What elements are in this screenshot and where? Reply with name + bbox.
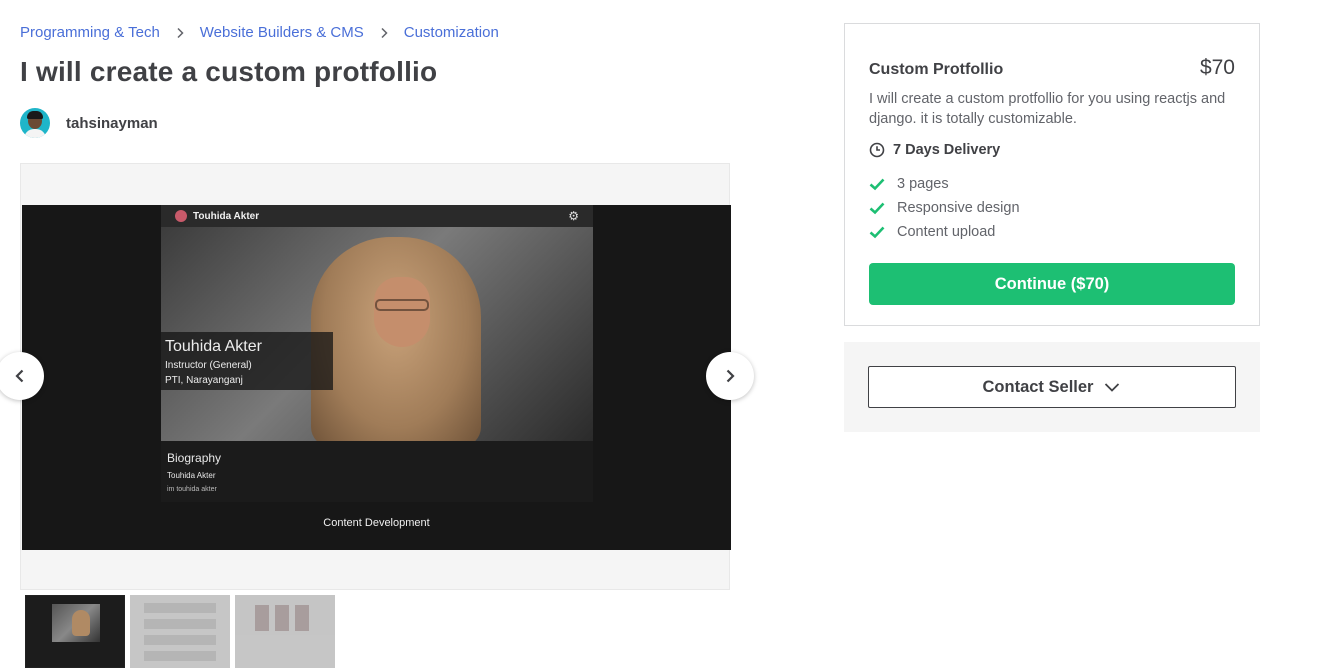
gallery-thumbnail[interactable] — [235, 595, 335, 668]
gallery-thumbnail[interactable] — [130, 595, 230, 668]
feature-label: 3 pages — [897, 176, 949, 192]
list-item: Content upload — [869, 220, 1020, 244]
avatar[interactable] — [20, 108, 50, 138]
package-description: I will create a custom protfollio for yo… — [869, 91, 1226, 127]
slide-name-card: Touhida Akter Instructor (General) PTI, … — [161, 332, 333, 390]
slide-header-name: Touhida Akter — [193, 210, 260, 222]
gallery-slide-image[interactable]: Touhida Akter ⚙ Touhida Akter Instructor… — [22, 205, 731, 550]
list-item: 3 pages — [869, 172, 1020, 196]
feature-label: Content upload — [897, 224, 996, 240]
check-icon — [869, 176, 885, 192]
breadcrumb: Programming & Tech Website Builders & CM… — [20, 24, 499, 41]
gig-gallery: Touhida Akter ⚙ Touhida Akter Instructor… — [20, 163, 731, 590]
breadcrumb-programming-tech[interactable]: Programming & Tech — [20, 24, 160, 41]
package-header: Custom Protfollio $70 — [869, 56, 1235, 80]
feature-label: Responsive design — [897, 200, 1020, 216]
seller-username[interactable]: tahsinayman — [66, 115, 158, 132]
package-features: 3 pages Responsive design Content upload — [869, 172, 1020, 244]
package-title: Custom Protfollio — [869, 61, 1004, 78]
delivery-label: 7 Days Delivery — [893, 142, 1001, 158]
slide-card-org: PTI, Narayanganj — [165, 375, 243, 386]
check-icon — [869, 200, 885, 216]
breadcrumb-customization[interactable]: Customization — [404, 24, 499, 41]
arrow-left-icon — [15, 369, 24, 383]
continue-button[interactable]: Continue ($70) — [869, 263, 1235, 305]
slide-header-bar: Touhida Akter ⚙ — [161, 205, 593, 227]
clock-icon — [869, 142, 885, 158]
slide-bio-name: Touhida Akter — [167, 471, 216, 480]
check-icon — [869, 224, 885, 240]
slide-hero: Touhida Akter Instructor (General) PTI, … — [161, 227, 593, 441]
package-price: $70 — [1199, 56, 1235, 79]
slide-card-role: Instructor (General) — [165, 360, 252, 371]
slide-bio-text: im touhida akter — [167, 486, 217, 493]
breadcrumb-website-builders[interactable]: Website Builders & CMS — [200, 24, 364, 41]
delivery-time: 7 Days Delivery — [869, 142, 1000, 158]
list-item: Responsive design — [869, 196, 1020, 220]
chevron-down-icon — [1103, 378, 1121, 396]
arrow-right-icon — [726, 369, 735, 383]
gear-icon: ⚙ — [568, 209, 579, 223]
chevron-right-icon — [172, 25, 188, 41]
seller-info: tahsinayman — [20, 108, 158, 138]
package-panel: Custom Protfollio $70 I will create a cu… — [844, 23, 1260, 326]
gallery-next-button[interactable] — [706, 352, 754, 400]
gallery-thumbnail[interactable] — [25, 595, 125, 668]
slide-bio-title: Biography — [167, 451, 222, 465]
slide-screenshot: Touhida Akter ⚙ Touhida Akter Instructor… — [161, 205, 593, 502]
chevron-right-icon — [376, 25, 392, 41]
contact-section: Contact Seller — [844, 342, 1260, 432]
page-title: I will create a custom protfollio — [20, 56, 438, 87]
contact-seller-button[interactable]: Contact Seller — [868, 366, 1236, 408]
contact-seller-label: Contact Seller — [982, 377, 1094, 396]
profile-logo-icon — [175, 210, 187, 222]
slide-card-name: Touhida Akter — [165, 338, 262, 355]
slide-caption: Content Development — [323, 517, 430, 529]
slide-biography: Biography Touhida Akter im touhida akter — [161, 441, 593, 502]
gallery-thumbnails — [25, 595, 340, 668]
